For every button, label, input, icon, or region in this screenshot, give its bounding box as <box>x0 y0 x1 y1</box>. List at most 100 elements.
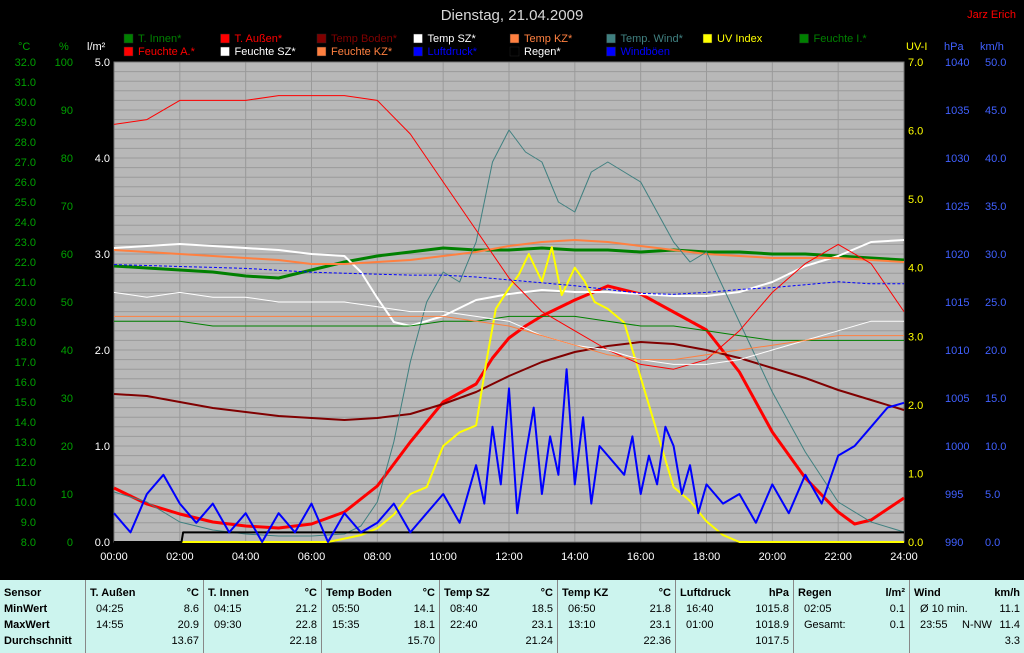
stats-cell-row: 02:05 0.1 <box>798 602 905 617</box>
stats-cell-row: 04:15 21.2 <box>208 602 317 617</box>
pressure-axis-tick: 1020 <box>945 249 969 261</box>
legend-label: Temp KZ* <box>524 33 573 45</box>
stats-value: 18.5 <box>531 603 553 615</box>
temp-axis-tick: 16.0 <box>15 377 36 389</box>
stats-wind-direction: N-NW <box>962 619 992 631</box>
stats-value: 11.1 <box>999 603 1020 615</box>
x-tick-label: 24:00 <box>890 551 918 563</box>
stats-column-luftdruck: Luftdruck hPa 16:40 1015.8 01:00 1018.9 1017.5 <box>676 580 794 653</box>
wind-axis-tick: 40.0 <box>985 153 1006 165</box>
wind-axis-tick: 30.0 <box>985 249 1006 261</box>
legend-label: Feuchte A.* <box>138 46 196 58</box>
stats-time: 09:30 <box>214 619 242 631</box>
pressure-axis-tick: 995 <box>945 489 963 501</box>
humidity-axis-tick: 70 <box>61 201 73 213</box>
temp-axis-tick: 24.0 <box>15 217 36 229</box>
uv-axis-tick: 7.0 <box>908 57 923 69</box>
pressure-axis-tick: 1035 <box>945 105 969 117</box>
stats-column-title: Regen <box>798 587 832 599</box>
stats-time: 23:55 <box>920 619 948 631</box>
humidity-axis-tick: 90 <box>61 105 73 117</box>
stats-column-title: Temp Boden <box>326 587 392 599</box>
x-tick-label: 16:00 <box>627 551 655 563</box>
temp-axis-tick: 21.0 <box>15 277 36 289</box>
stats-cell-row: 15.70 <box>326 634 435 649</box>
legend-label: Luftdruck* <box>428 46 478 58</box>
wind-axis-tick: 10.0 <box>985 441 1006 453</box>
stats-column-title: Temp KZ <box>562 587 609 599</box>
stats-column-header: Wind km/h <box>914 586 1020 601</box>
legend-swatch <box>509 46 520 57</box>
stats-column-temp-boden: Temp Boden °C 05:50 14.1 15:35 18.1 15.70 <box>322 580 440 653</box>
wind-axis-tick: 0.0 <box>985 537 1000 549</box>
x-tick-label: 20:00 <box>759 551 787 563</box>
wind-axis-tick: 35.0 <box>985 201 1006 213</box>
stats-row-label-avg: Durchschnitt <box>4 635 72 647</box>
rain-axis-tick: 4.0 <box>95 153 110 165</box>
stats-value: 1015.8 <box>755 603 789 615</box>
stats-value: 23.1 <box>649 619 671 631</box>
stats-column-unit: km/h <box>994 587 1020 599</box>
stats-value: 22.36 <box>643 635 671 647</box>
stats-column-header: T. Außen °C <box>90 586 199 601</box>
stats-value: 15.70 <box>407 635 435 647</box>
wind-axis-tick: 15.0 <box>985 393 1006 405</box>
stats-column-unit: °C <box>540 587 553 599</box>
stats-time: 15:35 <box>332 619 360 631</box>
rain-axis-tick: 3.0 <box>95 249 110 261</box>
stats-time: 04:15 <box>214 603 242 615</box>
legend-label: Windböen <box>621 46 671 58</box>
legend-label: Temp. Wind* <box>621 33 684 45</box>
stats-cell-row: 22.18 <box>208 634 317 649</box>
legend-swatch <box>316 33 327 44</box>
stats-column-unit: °C <box>304 587 317 599</box>
legend-label: UV Index <box>717 33 763 45</box>
stats-column-unit: °C <box>186 587 199 599</box>
stats-value: 1017.5 <box>755 635 789 647</box>
legend-swatch <box>413 33 423 44</box>
legend-swatch <box>702 33 713 44</box>
stats-value: 22.8 <box>295 619 317 631</box>
temp-axis-tick: 25.0 <box>15 197 36 209</box>
uv-axis-tick: 3.0 <box>908 331 923 343</box>
legend-swatch <box>123 33 134 44</box>
legend-label: Regen* <box>524 46 561 58</box>
legend-label: T. Innen* <box>138 33 182 45</box>
stats-sensor-header: Sensor <box>4 587 42 599</box>
temp-axis-tick: 30.0 <box>15 97 36 109</box>
humidity-axis-tick: 50 <box>61 297 73 309</box>
uv-axis-tick: 0.0 <box>908 537 923 549</box>
rain-axis-label: l/m² <box>87 41 106 53</box>
stats-column-unit: °C <box>422 587 435 599</box>
stats-column-title: Wind <box>914 587 941 599</box>
legend-swatch <box>509 33 520 44</box>
chart-author: Jarz Erich <box>967 9 1016 21</box>
stats-value: 23.1 <box>531 619 553 631</box>
wind-axis-tick: 5.0 <box>985 489 1000 501</box>
pressure-axis-label: hPa <box>944 41 964 53</box>
wind-axis-tick: 50.0 <box>985 57 1006 69</box>
stats-cell-row: Gesamt: 0.1 <box>798 618 905 633</box>
stats-sensor-column: Sensor MinWert MaxWert Durchschnitt <box>0 580 86 653</box>
weather-chart: 00:00 02:00 04:00 06:00 08:00 10:00 12:00 14:00… <box>15 7 1016 563</box>
stats-column-header: T. Innen °C <box>208 586 317 601</box>
temp-axis-tick: 10.0 <box>15 497 36 509</box>
uv-axis-tick: 5.0 <box>908 194 923 206</box>
stats-column-wind: Wind km/h Ø 10 min. 11.1 23:55 11.4 N-NW 3.3 <box>910 580 1024 653</box>
stats-cell-row: 15:35 18.1 <box>326 618 435 633</box>
stats-cell-row: 05:50 14.1 <box>326 602 435 617</box>
stats-column-temp-kz: Temp KZ °C 06:50 21.8 13:10 23.1 22.36 <box>558 580 676 653</box>
stats-time: Gesamt: <box>804 619 846 631</box>
stats-column-regen: Regen l/m² 02:05 0.1 Gesamt: 0.1 <box>794 580 910 653</box>
temp-axis-tick: 8.0 <box>21 537 36 549</box>
legend-swatch <box>606 46 616 57</box>
stats-value: 0.1 <box>889 603 905 615</box>
humidity-axis-tick: 40 <box>61 345 73 357</box>
stats-value: 21.24 <box>525 635 553 647</box>
stats-cell-row: 08:40 18.5 <box>444 602 553 617</box>
stats-time: 16:40 <box>686 603 714 615</box>
stats-column-t-au-en: T. Außen °C 04:25 8.6 14:55 20.9 13.67 <box>86 580 204 653</box>
stats-value: 11.4 <box>999 619 1020 631</box>
temp-axis-tick: 20.0 <box>15 297 36 309</box>
x-tick-label: 08:00 <box>364 551 392 563</box>
